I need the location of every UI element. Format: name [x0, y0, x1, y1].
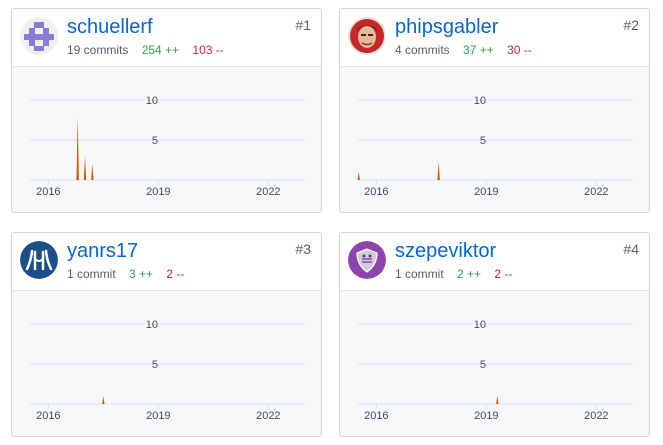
contributor-username-link[interactable]: szepeviktor	[395, 239, 496, 263]
y-tick-label: 5	[152, 135, 158, 147]
contributor-card: szepeviktor 1 commit 2 ++ 2 -- #4 10 5 201…	[339, 232, 650, 437]
y-tick-label: 5	[480, 359, 486, 371]
chart-svg: 10 5 2016 2019 2022	[30, 95, 305, 198]
x-tick-label: 2019	[146, 410, 170, 422]
contributor-stats: 1 commit 2 ++ 2 --	[395, 267, 512, 281]
contributor-username-link[interactable]: phipsgabler	[395, 15, 498, 39]
x-tick-label: 2019	[474, 410, 498, 422]
x-tick-label: 2019	[474, 186, 498, 198]
deletions-count: 2 --	[494, 267, 513, 281]
y-tick-label: 10	[474, 319, 486, 331]
contributor-rank: #2	[623, 17, 639, 33]
commit-spike	[496, 396, 499, 404]
x-tick-label: 2016	[36, 410, 60, 422]
contributor-rank: #4	[623, 241, 639, 257]
shield-avatar-icon[interactable]	[348, 241, 386, 279]
logo-avatar-icon[interactable]	[20, 241, 58, 279]
portrait-avatar-icon[interactable]	[348, 17, 386, 55]
card-header: phipsgabler 4 commits 37 ++ 30 -- #2	[340, 9, 649, 67]
x-tick-label: 2016	[36, 186, 60, 198]
y-tick-label: 10	[146, 95, 158, 107]
x-tick-label: 2022	[584, 186, 608, 198]
commit-spike	[102, 396, 105, 404]
deletions-count: 30 --	[507, 43, 532, 57]
commit-spike	[357, 172, 360, 180]
deletions-count: 2 --	[166, 267, 185, 281]
commit-spike	[91, 164, 94, 180]
identicon-avatar-icon[interactable]	[20, 17, 58, 55]
contributor-rank: #3	[295, 241, 311, 257]
card-header: szepeviktor 1 commit 2 ++ 2 -- #4	[340, 233, 649, 291]
y-tick-label: 5	[480, 135, 486, 147]
x-tick-label: 2019	[146, 186, 170, 198]
additions-count: 2 ++	[457, 267, 482, 281]
card-header: schuellerf 19 commits 254 ++ 103 -- #1	[12, 9, 321, 67]
commit-spike	[437, 161, 440, 180]
x-tick-label: 2022	[256, 410, 280, 422]
contributor-rank: #1	[295, 17, 311, 33]
x-tick-label: 2016	[364, 186, 388, 198]
deletions-count: 103 --	[192, 43, 224, 57]
contributor-username-link[interactable]: yanrs17	[67, 239, 138, 263]
contributor-card: phipsgabler 4 commits 37 ++ 30 -- #2 10 5…	[339, 8, 650, 213]
card-header: yanrs17 1 commit 3 ++ 2 -- #3	[12, 233, 321, 291]
y-tick-label: 5	[152, 359, 158, 371]
y-tick-label: 10	[146, 319, 158, 331]
commit-spike	[76, 116, 79, 180]
commit-activity-chart: 10 5 2016 2019 2022	[12, 291, 321, 436]
commit-activity-chart: 10 5 2016 2019 2022	[12, 67, 321, 212]
additions-count: 254 ++	[141, 43, 180, 57]
x-tick-label: 2022	[256, 186, 280, 198]
contributor-stats: 19 commits 254 ++ 103 --	[67, 43, 224, 57]
commit-count-link[interactable]: 1 commit	[395, 267, 444, 281]
contributor-card: yanrs17 1 commit 3 ++ 2 -- #3 10 5 2016 201…	[11, 232, 322, 437]
commit-count-link[interactable]: 1 commit	[67, 267, 116, 281]
commit-count-link[interactable]: 4 commits	[395, 43, 450, 57]
commit-count-link[interactable]: 19 commits	[67, 43, 128, 57]
commit-activity-chart: 10 5 2016 2019 2022	[340, 291, 649, 436]
additions-count: 3 ++	[129, 267, 154, 281]
commit-activity-chart: 10 5 2016 2019 2022	[340, 67, 649, 212]
contributor-card: schuellerf 19 commits 254 ++ 103 -- #1 1…	[11, 8, 322, 213]
chart-svg: 10 5 2016 2019 2022	[358, 319, 633, 422]
contributor-stats: 4 commits 37 ++ 30 --	[395, 43, 532, 57]
x-tick-label: 2016	[364, 410, 388, 422]
chart-svg: 10 5 2016 2019 2022	[357, 95, 633, 198]
x-tick-label: 2022	[584, 410, 608, 422]
additions-count: 37 ++	[463, 43, 494, 57]
contributor-username-link[interactable]: schuellerf	[67, 15, 153, 39]
contributor-stats: 1 commit 3 ++ 2 --	[67, 267, 184, 281]
chart-svg: 10 5 2016 2019 2022	[30, 319, 305, 422]
y-tick-label: 10	[474, 95, 486, 107]
commit-spike	[83, 156, 87, 180]
